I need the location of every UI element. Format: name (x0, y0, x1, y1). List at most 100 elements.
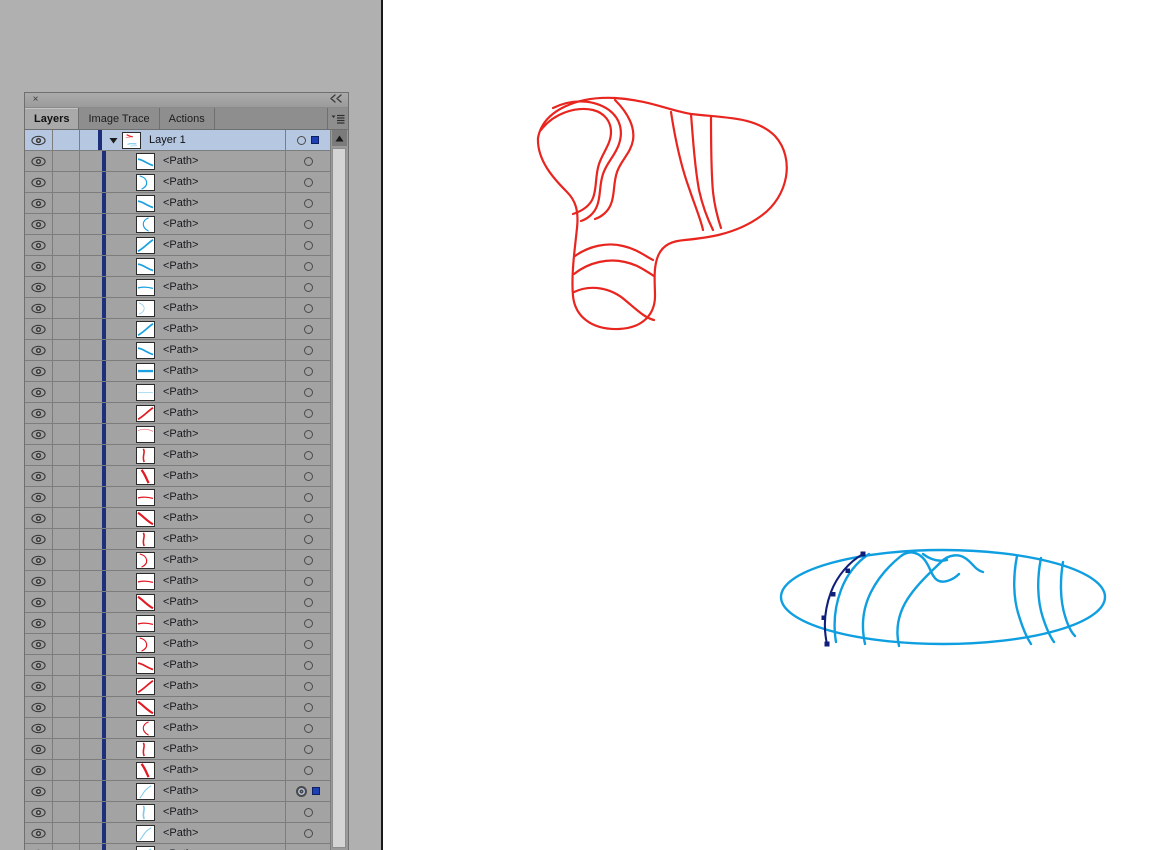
target-cell[interactable] (285, 760, 330, 780)
target-cell[interactable] (285, 235, 330, 255)
path-name[interactable]: <Path> (163, 722, 198, 734)
artwork-blue-ellipse[interactable] (773, 532, 1113, 662)
target-indicator-circle[interactable] (303, 303, 313, 313)
lock-toggle[interactable] (53, 718, 80, 738)
target-cell[interactable] (285, 256, 330, 276)
target-cell[interactable] (285, 676, 330, 696)
path-thumbnail[interactable] (136, 320, 155, 338)
path-thumbnail[interactable] (136, 236, 155, 254)
path-name[interactable]: <Path> (163, 575, 198, 587)
path-name[interactable]: <Path> (163, 596, 198, 608)
lock-toggle[interactable] (53, 403, 80, 423)
lock-toggle[interactable] (53, 130, 80, 150)
target-cell[interactable] (285, 739, 330, 759)
path-thumbnail[interactable] (136, 656, 155, 674)
target-indicator-circle[interactable] (303, 366, 313, 376)
target-indicator-circle[interactable] (303, 681, 313, 691)
path-name[interactable]: <Path> (163, 554, 198, 566)
path-thumbnail[interactable] (136, 635, 155, 653)
target-cell[interactable] (285, 802, 330, 822)
path-name[interactable]: <Path> (163, 827, 198, 839)
lock-toggle[interactable] (53, 823, 80, 843)
visibility-toggle-eye-icon[interactable] (25, 529, 53, 549)
layer-row-path[interactable]: <Path> (25, 235, 330, 256)
layer-row-path[interactable]: <Path> (25, 760, 330, 781)
path-thumbnail[interactable] (136, 425, 155, 443)
visibility-toggle-eye-icon[interactable] (25, 739, 53, 759)
path-thumbnail[interactable] (136, 194, 155, 212)
path-name[interactable]: <Path> (163, 743, 198, 755)
layer-row-path[interactable]: <Path> (25, 298, 330, 319)
layer-name[interactable]: Layer 1 (149, 134, 186, 146)
path-thumbnail[interactable] (136, 803, 155, 821)
artwork-red-sock[interactable] (523, 88, 793, 348)
lock-toggle[interactable] (53, 508, 80, 528)
path-thumbnail[interactable] (136, 173, 155, 191)
lock-toggle[interactable] (53, 256, 80, 276)
visibility-toggle-eye-icon[interactable] (25, 508, 53, 528)
path-thumbnail[interactable] (136, 446, 155, 464)
path-thumbnail[interactable] (136, 488, 155, 506)
visibility-toggle-eye-icon[interactable] (25, 319, 53, 339)
disclosure-triangle-icon[interactable] (106, 137, 120, 144)
layer-row-path[interactable]: <Path> (25, 613, 330, 634)
target-cell[interactable] (285, 151, 330, 171)
layer-row-path[interactable]: <Path> (25, 802, 330, 823)
target-indicator-circle[interactable] (297, 135, 306, 145)
visibility-toggle-eye-icon[interactable] (25, 382, 53, 402)
target-indicator-circle[interactable] (303, 555, 313, 565)
scrollbar-thumb[interactable] (332, 148, 346, 848)
path-name[interactable]: <Path> (163, 365, 198, 377)
path-name[interactable]: <Path> (163, 302, 198, 314)
path-name[interactable]: <Path> (163, 491, 198, 503)
visibility-toggle-eye-icon[interactable] (25, 718, 53, 738)
layer-row-path[interactable]: <Path> (25, 193, 330, 214)
path-name[interactable]: <Path> (163, 176, 198, 188)
lock-toggle[interactable] (53, 802, 80, 822)
lock-toggle[interactable] (53, 277, 80, 297)
path-name[interactable]: <Path> (163, 659, 198, 671)
layer-row-path[interactable]: <Path> (25, 823, 330, 844)
target-cell[interactable] (285, 592, 330, 612)
layer-row-path[interactable]: <Path> (25, 697, 330, 718)
target-cell[interactable] (285, 361, 330, 381)
path-name[interactable]: <Path> (163, 239, 198, 251)
target-cell[interactable] (285, 172, 330, 192)
layer-row-path[interactable]: <Path> (25, 529, 330, 550)
target-indicator-circle[interactable] (303, 639, 313, 649)
target-indicator-circle[interactable] (303, 576, 313, 586)
layer-row-path[interactable]: <Path> (25, 340, 330, 361)
path-name[interactable]: <Path> (163, 155, 198, 167)
path-thumbnail[interactable] (136, 740, 155, 758)
path-name[interactable]: <Path> (163, 806, 198, 818)
lock-toggle[interactable] (53, 214, 80, 234)
path-name[interactable]: <Path> (163, 701, 198, 713)
visibility-toggle-eye-icon[interactable] (25, 277, 53, 297)
lock-toggle[interactable] (53, 550, 80, 570)
tab-actions[interactable]: Actions (159, 108, 215, 129)
target-cell[interactable] (285, 487, 330, 507)
layer-row-path[interactable]: <Path> (25, 592, 330, 613)
target-indicator-circle[interactable] (303, 240, 313, 250)
path-thumbnail[interactable] (136, 404, 155, 422)
lock-toggle[interactable] (53, 592, 80, 612)
target-indicator-circle[interactable] (303, 471, 313, 481)
layer-row-path[interactable]: <Path> (25, 403, 330, 424)
visibility-toggle-eye-icon[interactable] (25, 697, 53, 717)
path-thumbnail[interactable] (136, 530, 155, 548)
path-name[interactable]: <Path> (163, 407, 198, 419)
visibility-toggle-eye-icon[interactable] (25, 487, 53, 507)
layer-row-path[interactable]: <Path> (25, 634, 330, 655)
path-name[interactable]: <Path> (163, 218, 198, 230)
lock-toggle[interactable] (53, 466, 80, 486)
target-cell[interactable] (285, 613, 330, 633)
close-icon[interactable]: × (30, 94, 41, 105)
path-thumbnail[interactable] (136, 593, 155, 611)
target-indicator-circle[interactable] (303, 429, 313, 439)
path-thumbnail[interactable] (136, 152, 155, 170)
target-cell[interactable] (285, 718, 330, 738)
tab-image-trace[interactable]: Image Trace (79, 108, 160, 129)
lock-toggle[interactable] (53, 424, 80, 444)
layer-row-path[interactable]: <Path> (25, 844, 330, 850)
target-indicator-circle[interactable] (303, 387, 313, 397)
